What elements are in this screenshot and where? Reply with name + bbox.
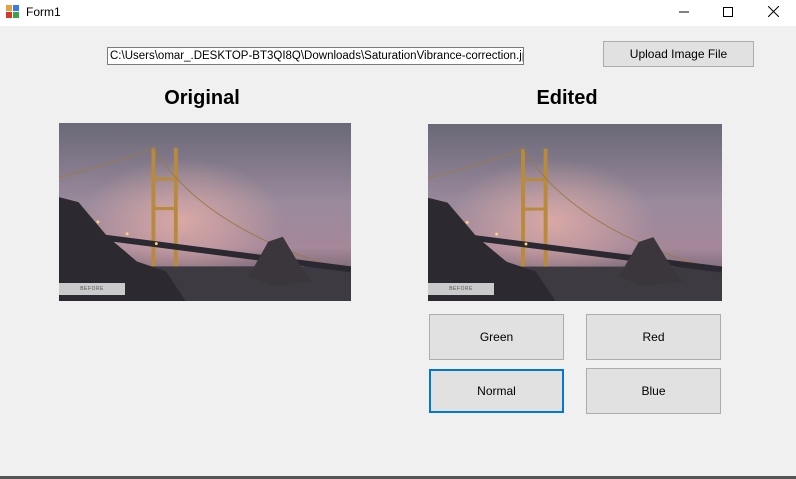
maximize-button[interactable]	[705, 0, 751, 26]
green-button[interactable]: Green	[429, 314, 564, 360]
title-bar: Form1	[0, 0, 796, 26]
edited-image: BEFORE	[428, 124, 722, 301]
close-icon	[767, 4, 779, 22]
original-heading: Original	[164, 87, 240, 109]
red-button[interactable]: Red	[586, 314, 721, 360]
minimize-icon	[679, 4, 689, 22]
upload-image-button[interactable]: Upload Image File	[603, 41, 754, 67]
blue-button[interactable]: Blue	[586, 368, 721, 414]
before-watermark: BEFORE	[428, 283, 494, 295]
close-button[interactable]	[750, 0, 796, 26]
before-watermark: BEFORE	[59, 283, 125, 295]
edited-heading: Edited	[536, 87, 598, 109]
app-icon[interactable]	[6, 5, 20, 19]
maximize-icon	[723, 4, 733, 22]
minimize-button[interactable]	[661, 0, 707, 26]
original-image: BEFORE	[59, 123, 351, 301]
file-path-field[interactable]: C:\Users\omar_.DESKTOP-BT3QI8Q\Downloads…	[107, 47, 524, 65]
normal-button[interactable]: Normal	[429, 369, 564, 413]
window-title: Form1	[26, 5, 61, 19]
